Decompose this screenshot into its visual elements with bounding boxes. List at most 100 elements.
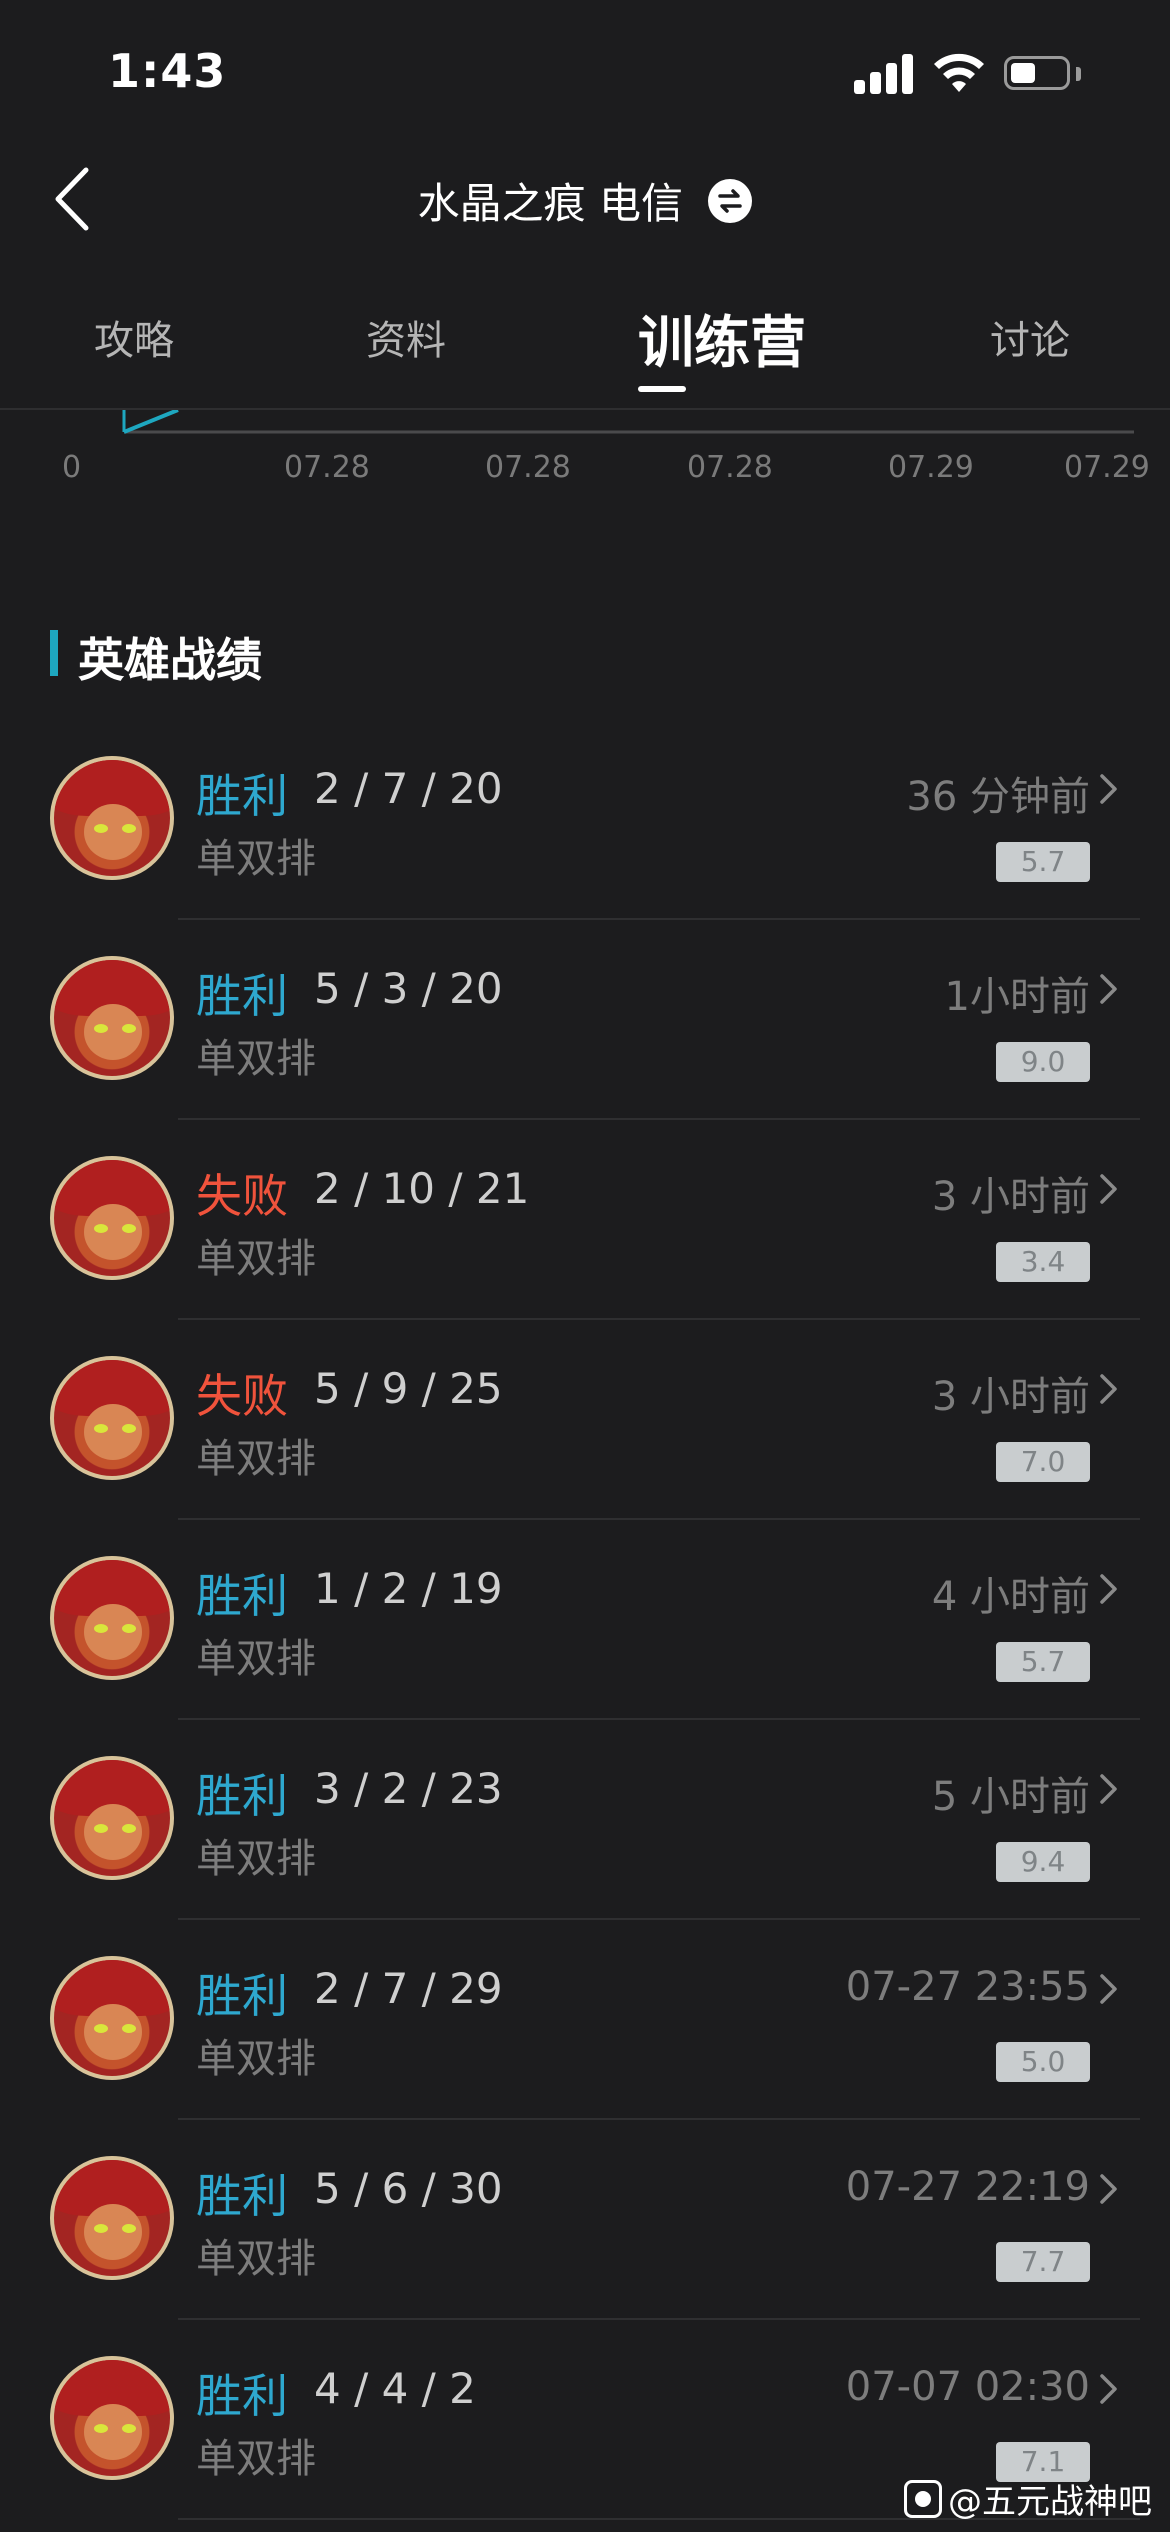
battery-cap-icon — [1076, 67, 1081, 81]
section-accent-bar — [50, 630, 58, 676]
score-badge: 7.7 — [996, 2242, 1090, 2282]
match-result: 胜利 — [196, 1569, 288, 1623]
match-kda: 5 / 6 / 30 — [314, 2164, 503, 2213]
score-badge: 5.0 — [996, 2042, 1090, 2082]
match-kda: 2 / 10 / 21 — [314, 1164, 530, 1213]
score-badge: 5.7 — [996, 842, 1090, 882]
x-tick-label: 07.28 — [485, 450, 571, 485]
swap-icon[interactable] — [708, 178, 753, 223]
nav-title[interactable]: 水晶之痕 电信 — [0, 170, 1170, 231]
tab-bar: 攻略 资料 训练营 讨论 — [0, 280, 1170, 400]
wifi-icon — [934, 53, 984, 92]
chevron-right-icon — [1100, 774, 1117, 804]
match-mode: 单双排 — [196, 1036, 316, 1082]
watermark: @五元战神吧 — [904, 2474, 1152, 2522]
match-time: 5 小时前 — [931, 1774, 1090, 1820]
signal-icon — [854, 52, 916, 94]
trend-chart: 0 07.28 07.28 07.28 07.29 07.29 — [0, 410, 1170, 520]
chevron-right-icon — [1100, 1974, 1117, 2004]
match-result: 失败 — [196, 1169, 288, 1223]
battery-icon — [1004, 56, 1070, 90]
champion-avatar — [50, 756, 174, 880]
match-kda: 2 / 7 / 29 — [314, 1964, 503, 2013]
champion-avatar — [50, 2156, 174, 2280]
tab-discussion[interactable]: 讨论 — [990, 308, 1070, 366]
chevron-right-icon — [1100, 1174, 1117, 1204]
x-tick-label: 07.29 — [1064, 450, 1150, 485]
champion-avatar — [50, 1156, 174, 1280]
match-row[interactable]: 胜利 1 / 2 / 19 单双排 4 小时前 5.7 — [0, 1520, 1170, 1720]
match-mode: 单双排 — [196, 1836, 316, 1882]
match-mode: 单双排 — [196, 2436, 316, 2482]
chevron-right-icon — [1100, 1774, 1117, 1804]
match-kda: 2 / 7 / 20 — [314, 764, 503, 813]
match-time: 3 小时前 — [931, 1374, 1090, 1420]
status-bar: 1:43 — [0, 0, 1170, 140]
match-time: 1小时前 — [944, 974, 1090, 1020]
score-badge: 9.0 — [996, 1042, 1090, 1082]
status-time: 1:43 — [108, 44, 227, 98]
match-row[interactable]: 胜利 5 / 6 / 30 单双排 07-27 22:19 7.7 — [0, 2120, 1170, 2320]
tab-strategy[interactable]: 攻略 — [94, 308, 174, 366]
nav-bar: 水晶之痕 电信 — [0, 140, 1170, 260]
match-mode: 单双排 — [196, 1236, 316, 1282]
active-tab-indicator — [638, 386, 686, 392]
match-row[interactable]: 胜利 3 / 2 / 23 单双排 5 小时前 9.4 — [0, 1720, 1170, 1920]
chevron-right-icon — [1100, 2374, 1117, 2404]
match-row[interactable]: 胜利 2 / 7 / 29 单双排 07-27 23:55 5.0 — [0, 1920, 1170, 2120]
chevron-right-icon — [1100, 974, 1117, 1004]
match-kda: 1 / 2 / 19 — [314, 1564, 503, 1613]
match-kda: 5 / 9 / 25 — [314, 1364, 503, 1413]
match-result: 失败 — [196, 1369, 288, 1423]
match-time: 4 小时前 — [931, 1574, 1090, 1620]
match-mode: 单双排 — [196, 2236, 316, 2282]
tab-training-camp[interactable]: 训练营 — [638, 298, 806, 379]
status-icons — [854, 52, 1114, 96]
x-tick-label: 07.28 — [687, 450, 773, 485]
match-result: 胜利 — [196, 769, 288, 823]
tab-profile[interactable]: 资料 — [366, 308, 446, 366]
match-result: 胜利 — [196, 1969, 288, 2023]
chevron-right-icon — [1100, 1374, 1117, 1404]
match-time: 36 分钟前 — [906, 774, 1090, 820]
match-mode: 单双排 — [196, 1436, 316, 1482]
section-title: 英雄战绩 — [78, 633, 262, 687]
match-mode: 单双排 — [196, 1636, 316, 1682]
match-kda: 5 / 3 / 20 — [314, 964, 503, 1013]
match-list: 胜利 2 / 7 / 20 单双排 36 分钟前 5.7 胜利 5 / 3 / … — [0, 720, 1170, 2520]
paw-icon — [904, 2479, 942, 2518]
match-row[interactable]: 失败 2 / 10 / 21 单双排 3 小时前 3.4 — [0, 1120, 1170, 1320]
match-row[interactable]: 胜利 5 / 3 / 20 单双排 1小时前 9.0 — [0, 920, 1170, 1120]
match-row[interactable]: 胜利 2 / 7 / 20 单双排 36 分钟前 5.7 — [0, 720, 1170, 920]
trend-chart-plot — [122, 410, 1134, 434]
champion-avatar — [50, 1956, 174, 2080]
match-row[interactable]: 失败 5 / 9 / 25 单双排 3 小时前 7.0 — [0, 1320, 1170, 1520]
match-kda: 4 / 4 / 2 — [314, 2364, 476, 2413]
server-name: 水晶之痕 电信 — [417, 179, 683, 228]
match-result: 胜利 — [196, 969, 288, 1023]
watermark-text: @五元战神吧 — [948, 2482, 1152, 2522]
score-badge: 9.4 — [996, 1842, 1090, 1882]
chart-series-line — [123, 410, 179, 434]
match-result: 胜利 — [196, 1769, 288, 1823]
match-time: 3 小时前 — [931, 1174, 1090, 1220]
match-time: 07-27 23:55 — [845, 1964, 1090, 2010]
champion-avatar — [50, 1756, 174, 1880]
chevron-right-icon — [1100, 1574, 1117, 1604]
champion-avatar — [50, 956, 174, 1080]
x-tick-label: 07.28 — [284, 450, 370, 485]
champion-avatar — [50, 1556, 174, 1680]
match-kda: 3 / 2 / 23 — [314, 1764, 503, 1813]
x-tick-label: 0 — [62, 450, 82, 485]
chevron-right-icon — [1100, 2174, 1117, 2204]
match-result: 胜利 — [196, 2369, 288, 2423]
match-time: 07-27 22:19 — [845, 2164, 1090, 2210]
match-time: 07-07 02:30 — [845, 2364, 1090, 2410]
score-badge: 7.0 — [996, 1442, 1090, 1482]
score-badge: 3.4 — [996, 1242, 1090, 1282]
match-mode: 单双排 — [196, 2036, 316, 2082]
match-mode: 单双排 — [196, 836, 316, 882]
x-tick-label: 07.29 — [888, 450, 974, 485]
champion-avatar — [50, 2356, 174, 2480]
champion-avatar — [50, 1356, 174, 1480]
